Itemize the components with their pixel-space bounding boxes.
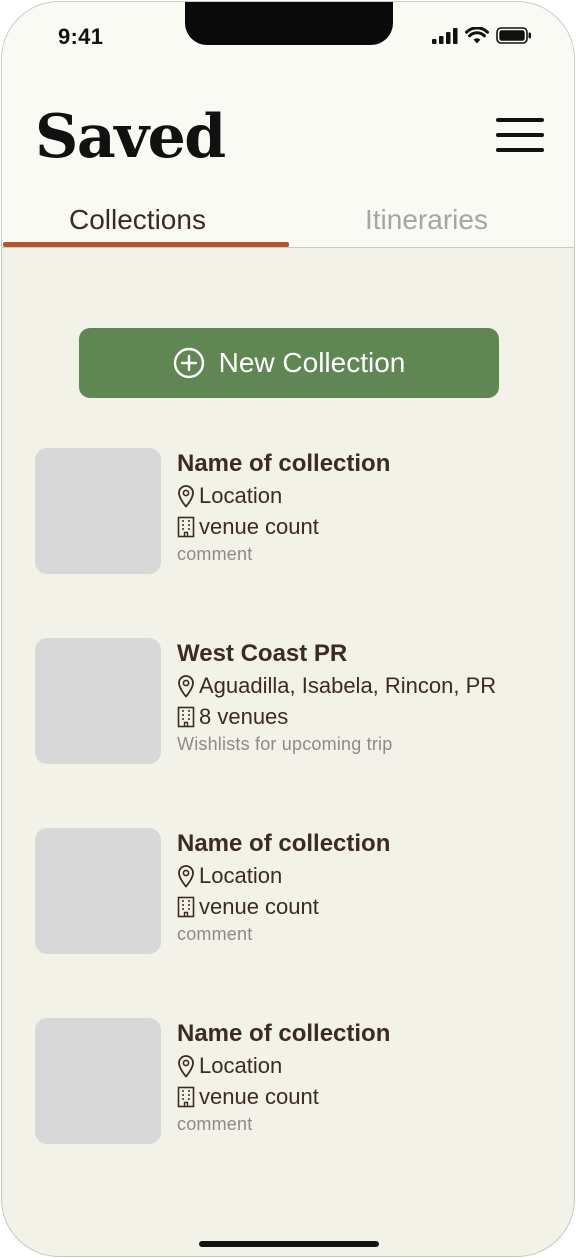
collection-location: Location [199,1053,283,1078]
collection-venue-count: venue count [199,514,319,539]
tab-itineraries[interactable]: Itineraries [365,204,488,236]
collection-venue-count: venue count [199,894,319,919]
collection-name: Name of collection [177,450,391,477]
home-indicator[interactable] [199,1241,379,1247]
wifi-icon [465,27,489,44]
building-icon [177,896,195,917]
tab-collections[interactable]: Collections [69,204,206,236]
collection-name: Name of collection [177,1020,391,1047]
collection-card[interactable]: Name of collection Location venue count … [2,448,574,578]
tab-indicator [3,242,289,247]
collection-location: Location [199,483,283,508]
collection-thumbnail [35,638,161,764]
collection-comment: comment [177,924,253,944]
new-collection-label: New Collection [218,347,406,378]
battery-icon [496,27,531,44]
tab-bar: Collections Itineraries [2,198,574,248]
building-icon [177,1086,195,1107]
collection-name: West Coast PR [177,640,348,667]
collection-thumbnail [35,448,161,574]
collection-thumbnail [35,1018,161,1144]
location-pin-icon [178,864,194,887]
collection-name: Name of collection [177,830,391,857]
building-icon [177,516,195,537]
location-pin-icon [178,674,194,697]
new-collection-button[interactable]: New Collection [79,328,499,398]
status-icons [432,27,532,44]
collection-location: Location [199,863,283,888]
phone-frame: 9:41 Saved Collections Itineraries New C… [1,1,575,1257]
collection-card[interactable]: Name of collection Location venue count … [2,1018,574,1148]
collection-comment: comment [177,544,253,564]
plus-circle-icon [173,347,204,379]
building-icon [177,706,195,727]
collection-venue-count: venue count [199,1084,319,1109]
location-pin-icon [178,484,194,507]
signal-icon [432,27,458,44]
collection-card[interactable]: Name of collection Location venue count … [2,828,574,958]
collection-card[interactable]: West Coast PR Aguadilla, Isabela, Rincon… [2,638,574,768]
status-time: 9:41 [58,24,104,49]
menu-icon[interactable] [496,118,544,154]
notch [185,2,393,45]
location-pin-icon [178,1054,194,1077]
page-title: Saved [35,102,226,172]
collection-thumbnail [35,828,161,954]
collection-venue-count: 8 venues [199,704,289,729]
collection-comment: comment [177,1114,253,1134]
collection-location: Aguadilla, Isabela, Rincon, PR [199,673,497,698]
collection-comment: Wishlists for upcoming trip [177,734,393,754]
